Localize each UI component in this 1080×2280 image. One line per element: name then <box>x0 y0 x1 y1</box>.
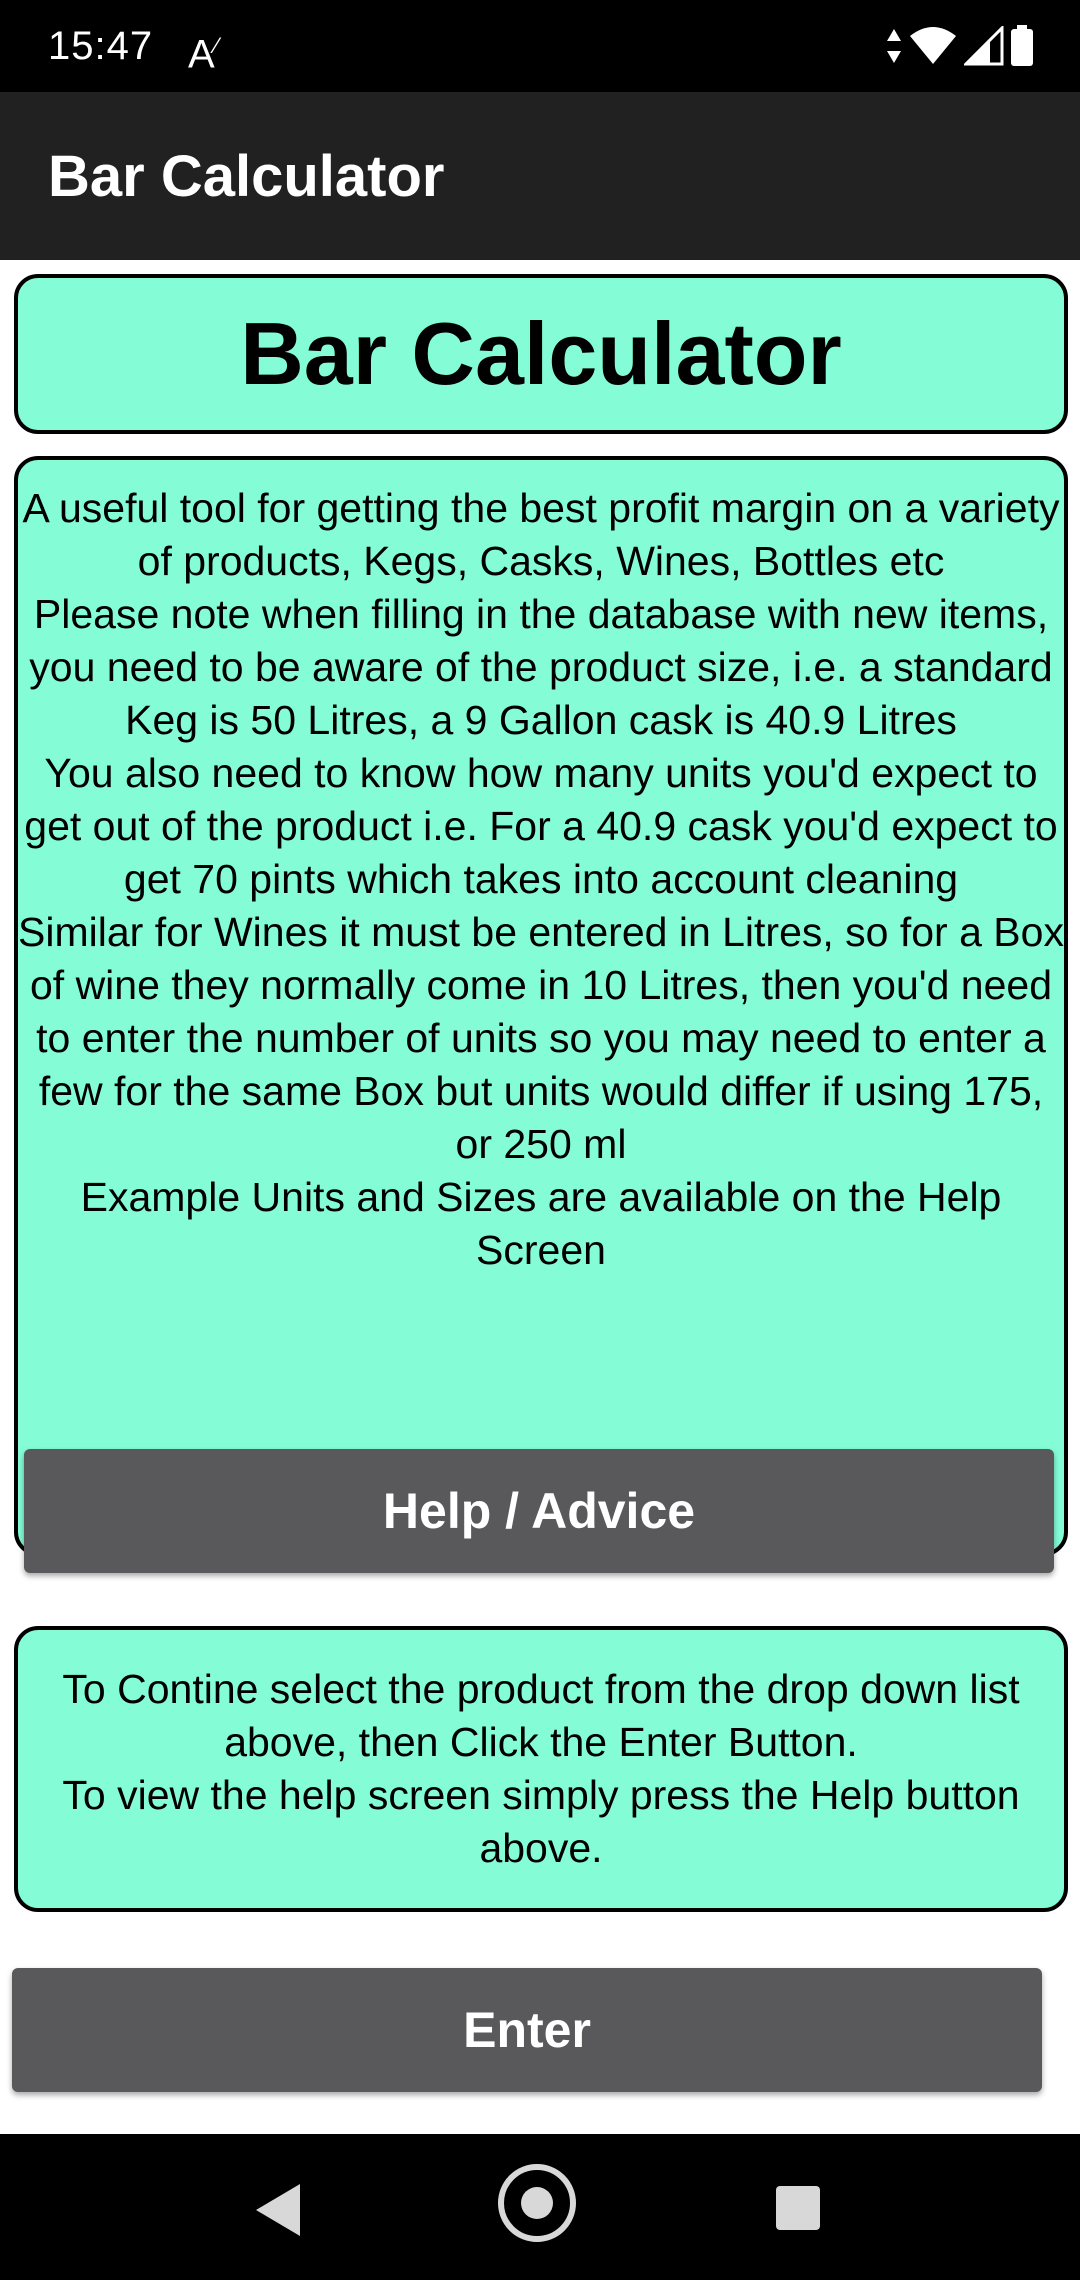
heading-panel: Bar Calculator <box>14 274 1068 434</box>
status-time: 15:47 <box>48 24 154 68</box>
main-content: Bar Calculator A useful tool for getting… <box>0 260 1080 2134</box>
status-bar: 15:47 A⁄ <box>0 0 1080 92</box>
home-icon[interactable] <box>498 2164 576 2242</box>
status-icons <box>886 24 1034 68</box>
description-panel: A useful tool for getting the best profi… <box>14 456 1068 1556</box>
app-bar: Bar Calculator <box>0 92 1080 260</box>
data-arrows-icon <box>887 29 901 63</box>
battery-icon <box>1011 25 1033 66</box>
wifi-icon <box>910 27 956 64</box>
back-icon[interactable] <box>256 2184 300 2236</box>
recents-icon[interactable] <box>776 2186 820 2230</box>
navigation-bar <box>0 2134 1080 2280</box>
page-heading: Bar Calculator <box>240 304 842 403</box>
description-text: A useful tool for getting the best profi… <box>18 485 1064 1273</box>
help-advice-button[interactable]: Help / Advice <box>24 1449 1054 1573</box>
signal-icon <box>964 26 1004 66</box>
home-icon-dot <box>521 2187 553 2219</box>
enter-button[interactable]: Enter <box>12 1968 1042 2092</box>
instructions-panel: To Contine select the product from the d… <box>14 1626 1068 1912</box>
font-notification-letter: A <box>188 32 215 77</box>
instructions-text: To Contine select the product from the d… <box>62 1666 1020 1871</box>
font-notification-icon: A⁄ <box>188 32 219 77</box>
app-title: Bar Calculator <box>48 144 445 209</box>
